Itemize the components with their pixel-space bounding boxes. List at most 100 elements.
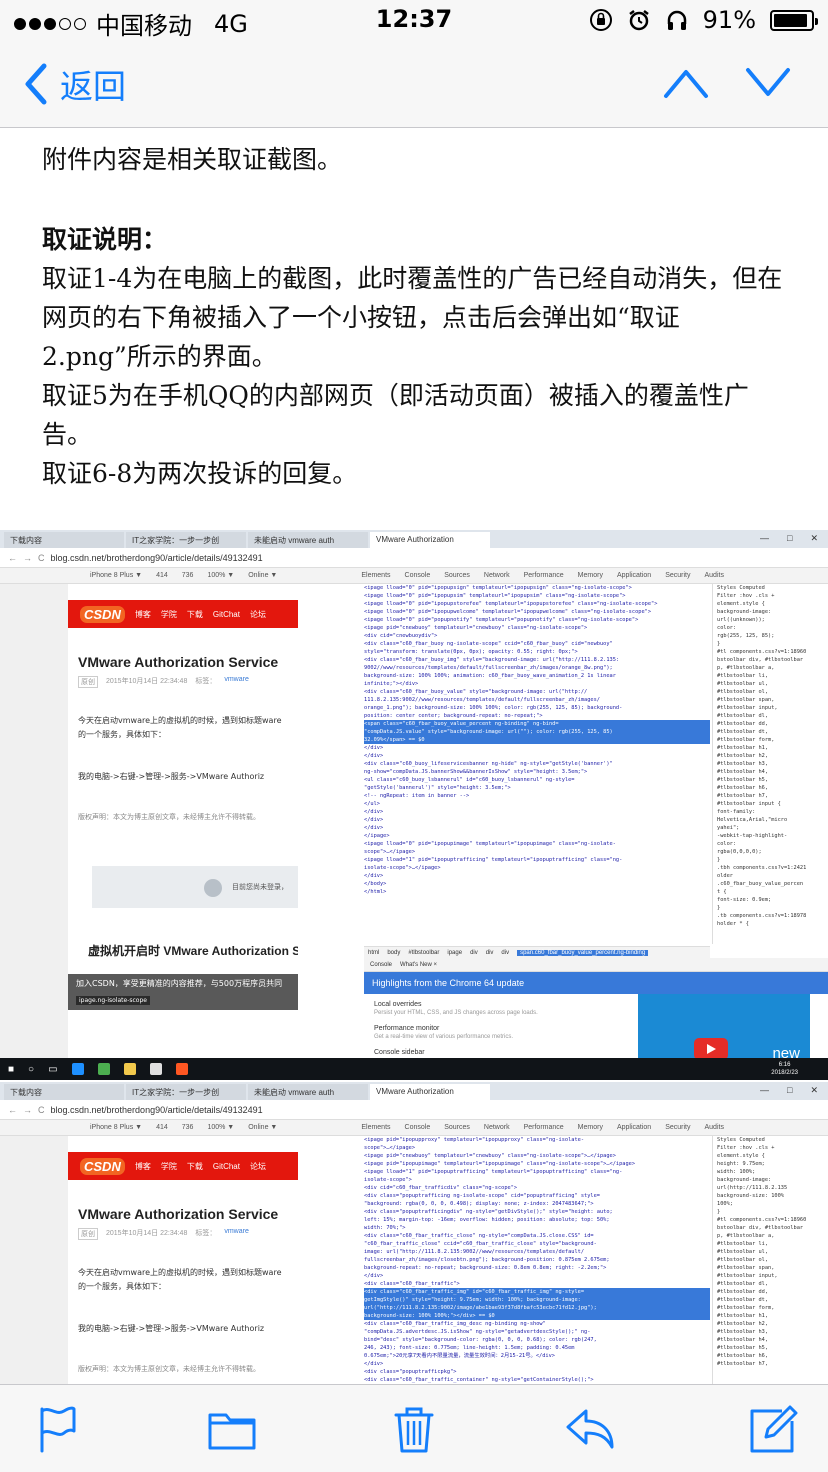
csdn-header: CSDN 博客 学院 下载 GitChat 论坛 — [68, 1152, 298, 1180]
code-line: <ipage lload="0" pid="popupnotify" templ… — [364, 617, 639, 623]
csdn-header: CSDN 博客 学院 下载 GitChat 论坛 — [68, 600, 298, 628]
devtools-tab: Network — [483, 572, 510, 579]
code-line: #tlbstoolbar dl, — [717, 713, 769, 719]
back-button[interactable]: 返回 — [22, 60, 126, 108]
article-path: 我的电脑->右键->管理->服务->VMware Authoriz — [78, 1324, 265, 1333]
code-line: Filter :hov .cls + — [717, 1145, 775, 1151]
reload-icon: C — [38, 552, 45, 563]
code-line: <div class="c60_fbar_buoy ng-isolate-sco… — [364, 641, 613, 647]
code-line: image: url("http://111.8.2.135:9002//www… — [364, 1249, 585, 1255]
styles-panel: Styles Computed Filter :hov .cls + element… — [712, 1136, 828, 1384]
alarm-icon — [628, 10, 649, 31]
styles-panel: Styles Computed Filter :hov .cls + element… — [712, 584, 828, 944]
orientation-lock-icon — [589, 9, 612, 31]
code-line: #tlbstoolbar h6, — [717, 1353, 769, 1359]
drawer-tab: Console — [370, 961, 393, 968]
code-line: background-size: 100% 100%;"></div> == $… — [364, 1312, 710, 1320]
breadcrumb-item: ipage — [447, 949, 463, 956]
article-title: VMware Authorization Service — [78, 654, 279, 670]
code-line: fullscreenbar_zh/images/closebtn.png"); … — [364, 1257, 610, 1263]
code-line: <div class="c60_fbar_traffic_img" id="c6… — [364, 1288, 710, 1296]
csdn-nav-item: GitChat — [212, 1161, 240, 1171]
code-line: <div class="c60_fbar_traffic_img_desc ng… — [364, 1321, 546, 1327]
code-line: holder * { — [717, 921, 749, 927]
compose-icon — [750, 1405, 798, 1453]
code-line: p, #tlbstoolbar a, — [717, 1233, 775, 1239]
code-line: <ipage lload="1" pid="ipopuptrafficing" … — [364, 857, 623, 863]
csdn-nav-item: 学院 — [160, 1161, 177, 1171]
code-line: #tlbstoolbar ol, — [717, 1257, 769, 1263]
article-meta: 原创 2015年10月14日 22:34:48 标签： vmware — [68, 676, 298, 688]
devtools-tab: Elements — [361, 572, 391, 579]
article-date: 2015年10月14日 22:34:48 — [106, 678, 188, 685]
flag-button[interactable] — [32, 1403, 84, 1455]
code-line: } — [717, 1209, 721, 1215]
code-line: bstoolbar div, #tlbstoolbar — [717, 1225, 804, 1231]
code-line: <ipage lload="0" pid="ipopupsim" templat… — [364, 593, 626, 599]
code-line: older — [717, 873, 733, 879]
csdn-nav-item: 论坛 — [249, 609, 266, 619]
code-line: } — [717, 641, 721, 647]
devtools-tab: Application — [616, 1124, 652, 1131]
next-message-button[interactable] — [744, 64, 792, 102]
url-text: blog.csdn.net/brotherdong90/article/deta… — [50, 1104, 263, 1115]
code-line: <!-- ngRepeat: item in banner --> — [364, 793, 470, 799]
devtools-tab: Console — [404, 572, 431, 579]
code-line: #tlbstoolbar h1, — [717, 745, 769, 751]
chrome-promo-image: new — [638, 994, 810, 1064]
code-line: #tlbstoolbar input, — [717, 705, 778, 711]
move-to-folder-button[interactable] — [206, 1403, 258, 1455]
code-line: #tlbstoolbar h5, — [717, 777, 769, 783]
article-title: VMware Authorization Service — [78, 1206, 279, 1222]
breadcrumb-item: body — [387, 949, 401, 956]
code-line: 111.8.2.135:9002//www/resources/template… — [364, 697, 600, 703]
code-line: </html> — [364, 889, 387, 895]
video-play-icon — [694, 1038, 728, 1060]
device-select: iPhone 8 Plus ▼ — [90, 572, 143, 579]
navigation-bar: 返回 — [0, 40, 828, 128]
devtools-tab: Performance — [523, 1124, 564, 1131]
email-body: 附件内容是相关取证截图。 取证说明： 取证1-4为在电脑上的截图，此时覆盖性的广… — [0, 128, 828, 1384]
attachment-screenshot-1[interactable]: 下载内容 IT之家学院：一步一步创 未能启动 vmware auth VMwar… — [0, 530, 828, 1080]
code-line: </div> — [364, 1273, 384, 1279]
compose-button[interactable] — [746, 1403, 798, 1455]
code-line: #tlbstoolbar span, — [717, 697, 775, 703]
reply-icon — [566, 1409, 614, 1449]
trash-icon — [394, 1407, 434, 1453]
code-line: .tb components.css?v=1:18978 — [717, 913, 807, 919]
code-line: } — [717, 857, 721, 863]
code-line: #tlbstoolbar h3, — [717, 761, 769, 767]
reply-button[interactable] — [564, 1403, 616, 1455]
code-line: #tlbstoolbar h6, — [717, 785, 769, 791]
code-line: </div> — [364, 809, 384, 815]
code-line: <ipage pid="ipopupproxy" templateurl="ip… — [364, 1137, 585, 1143]
folder-icon — [123, 1063, 136, 1075]
code-line: position: center center; background-repe… — [364, 713, 543, 719]
code-line: </div> — [364, 825, 384, 831]
code-line: 32.09%</span> == $0 — [364, 736, 710, 744]
elements-panel: <ipage lload="0" pid="ipopupsign" templa… — [364, 584, 710, 944]
code-line: style="transform: translate(0px, 0px); o… — [364, 649, 578, 655]
code-line: url((unknown)); — [717, 617, 765, 623]
back-arrow-icon: ← — [8, 552, 17, 563]
csdn-nav-item: 论坛 — [249, 1161, 266, 1171]
code-line: </div> — [364, 1361, 384, 1367]
code-line: font-family: — [717, 809, 756, 815]
code-line: -webkit-tap-highlight- — [717, 833, 788, 839]
code-line: </div> — [364, 817, 384, 823]
app-icon — [175, 1063, 188, 1075]
device-height: 736 — [181, 1124, 194, 1131]
breadcrumb-item: div — [470, 949, 478, 956]
devtools-tab: Security — [665, 572, 691, 579]
code-line: #tlbstoolbar dt, — [717, 1297, 769, 1303]
store-icon — [149, 1063, 162, 1075]
attachment-screenshot-2[interactable]: 下载内容 IT之家学院：一步一步创 未能启动 vmware auth VMwar… — [0, 1082, 828, 1384]
evidence-paragraph-1: 取证1-4为在电脑上的截图，此时覆盖性的广告已经自动消失，但在网页的右下角被插入… — [42, 264, 783, 371]
previous-message-button[interactable] — [662, 64, 710, 102]
code-line: 0.675em;">20元享7天看内不限量流量，流量生效时间：2月15-21号。… — [364, 1353, 555, 1359]
code-line: <ipage pid="ipopupimage" templateurl="ip… — [364, 1161, 636, 1167]
devtools-tab: Security — [665, 1124, 691, 1131]
delete-button[interactable] — [388, 1403, 440, 1455]
battery-icon — [770, 9, 818, 31]
csdn-nav-item: 下载 — [186, 1161, 203, 1171]
